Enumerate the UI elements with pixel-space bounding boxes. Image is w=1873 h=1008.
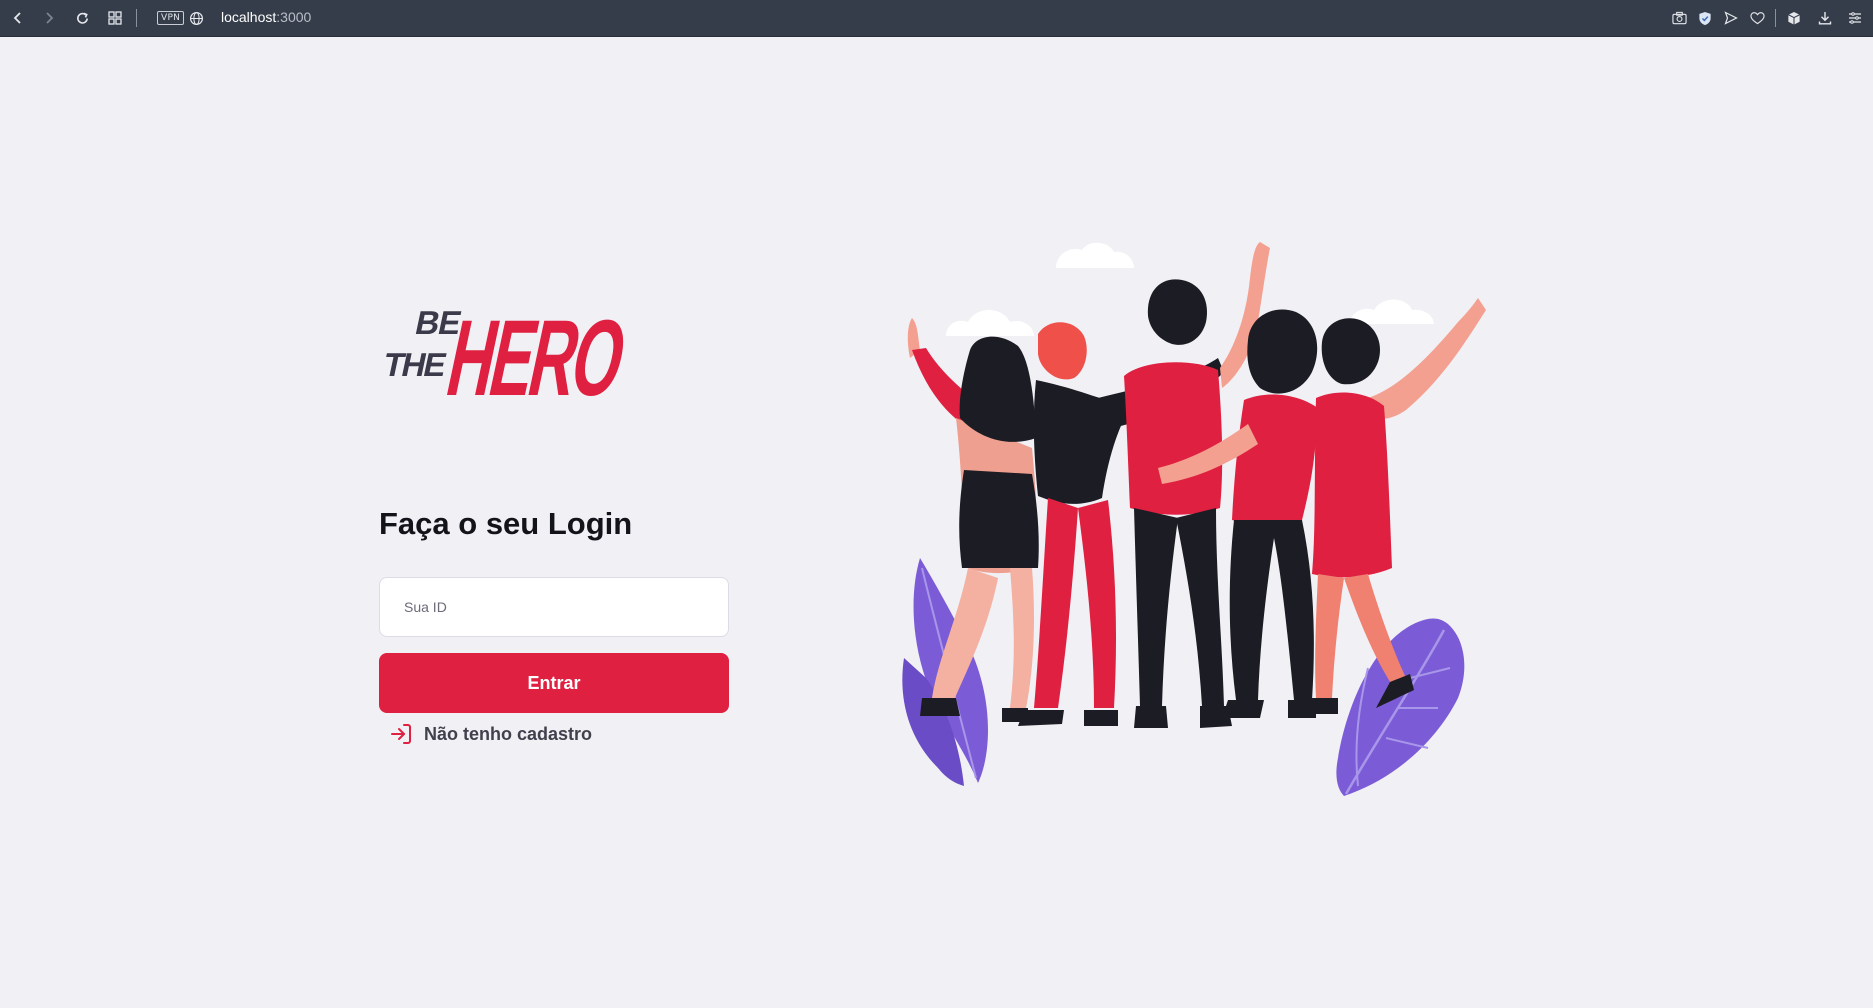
browser-toolbar: VPN localhost:3000 xyxy=(0,0,1873,37)
back-icon[interactable] xyxy=(8,8,28,28)
send-icon[interactable] xyxy=(1721,8,1741,28)
heart-icon[interactable] xyxy=(1747,8,1767,28)
logo-text-hero: HERO xyxy=(438,298,634,405)
url-host: localhost xyxy=(221,9,277,25)
menu-icon[interactable] xyxy=(1845,8,1865,28)
right-plant-icon xyxy=(1336,618,1465,796)
id-input[interactable] xyxy=(379,577,729,637)
logo-text-the: THE xyxy=(380,347,449,384)
vpn-badge[interactable]: VPN xyxy=(157,11,185,25)
globe-icon[interactable] xyxy=(186,8,206,28)
log-in-icon xyxy=(391,724,411,744)
be-the-hero-logo: BE THE HERO xyxy=(380,298,634,405)
download-icon[interactable] xyxy=(1815,8,1835,28)
url-port: :3000 xyxy=(276,9,312,25)
tabs-grid-icon[interactable] xyxy=(105,8,125,28)
heroes-group-illustration xyxy=(902,242,1486,796)
signup-link[interactable]: Não tenho cadastro xyxy=(389,722,592,746)
page-title: Faça o seu Login xyxy=(379,506,633,541)
camera-icon[interactable] xyxy=(1669,8,1689,28)
reload-icon[interactable] xyxy=(72,8,92,28)
toolbar-separator xyxy=(1775,9,1776,27)
cube-icon[interactable] xyxy=(1784,8,1804,28)
signup-link-label: Não tenho cadastro xyxy=(424,723,593,744)
forward-icon[interactable] xyxy=(39,8,59,28)
address-bar[interactable]: localhost:3000 xyxy=(221,9,311,25)
login-button[interactable]: Entrar xyxy=(379,653,729,713)
shield-icon[interactable] xyxy=(1695,8,1715,28)
toolbar-separator xyxy=(136,9,137,27)
